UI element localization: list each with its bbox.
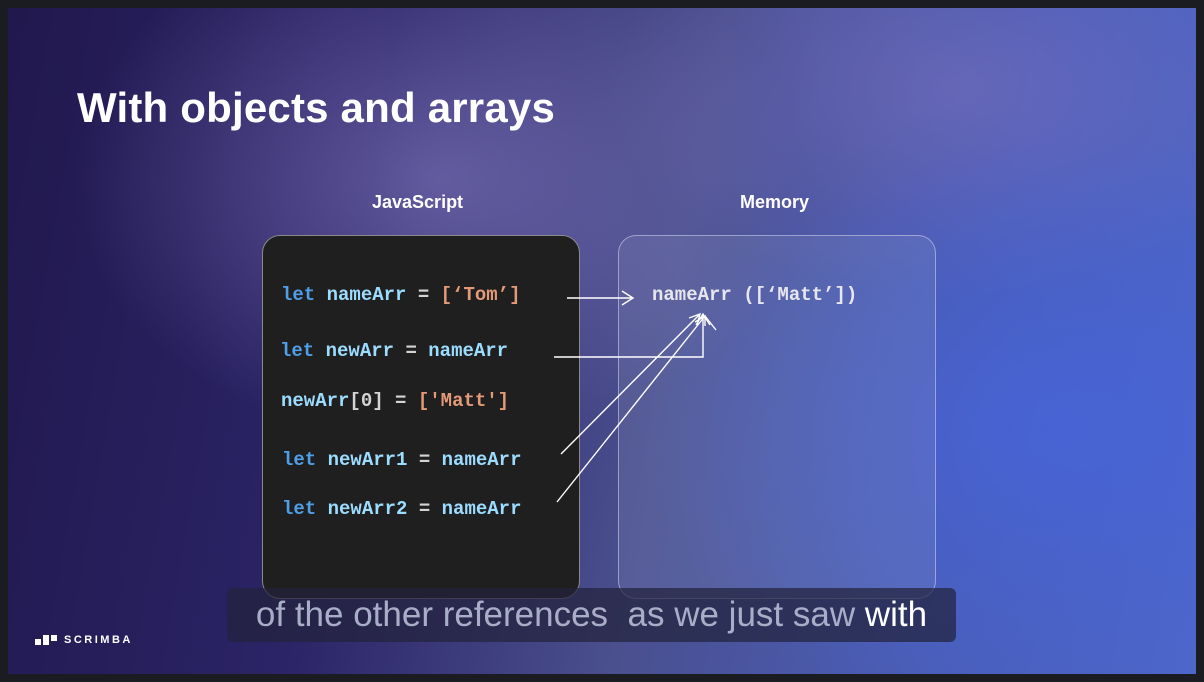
- arrow-newArr2: [556, 314, 706, 503]
- caption-current-word: with: [864, 595, 928, 634]
- subtitle-caption: of the other references as we just saw w…: [227, 588, 956, 642]
- arrow-newArr1: [560, 312, 702, 455]
- reference-arrows: [554, 290, 717, 503]
- slide: With objects and arrays JavaScript Memor…: [8, 8, 1196, 674]
- caption-text: of the other references as we just saw: [255, 595, 865, 634]
- scrimba-logo: SCRIMBA: [35, 634, 133, 646]
- arrow-newArr: [554, 312, 711, 358]
- arrow-extra: [704, 315, 717, 331]
- brand-name: SCRIMBA: [64, 634, 133, 646]
- scrimba-logo-icon: [35, 635, 57, 645]
- arrow-nameArr: [567, 290, 635, 306]
